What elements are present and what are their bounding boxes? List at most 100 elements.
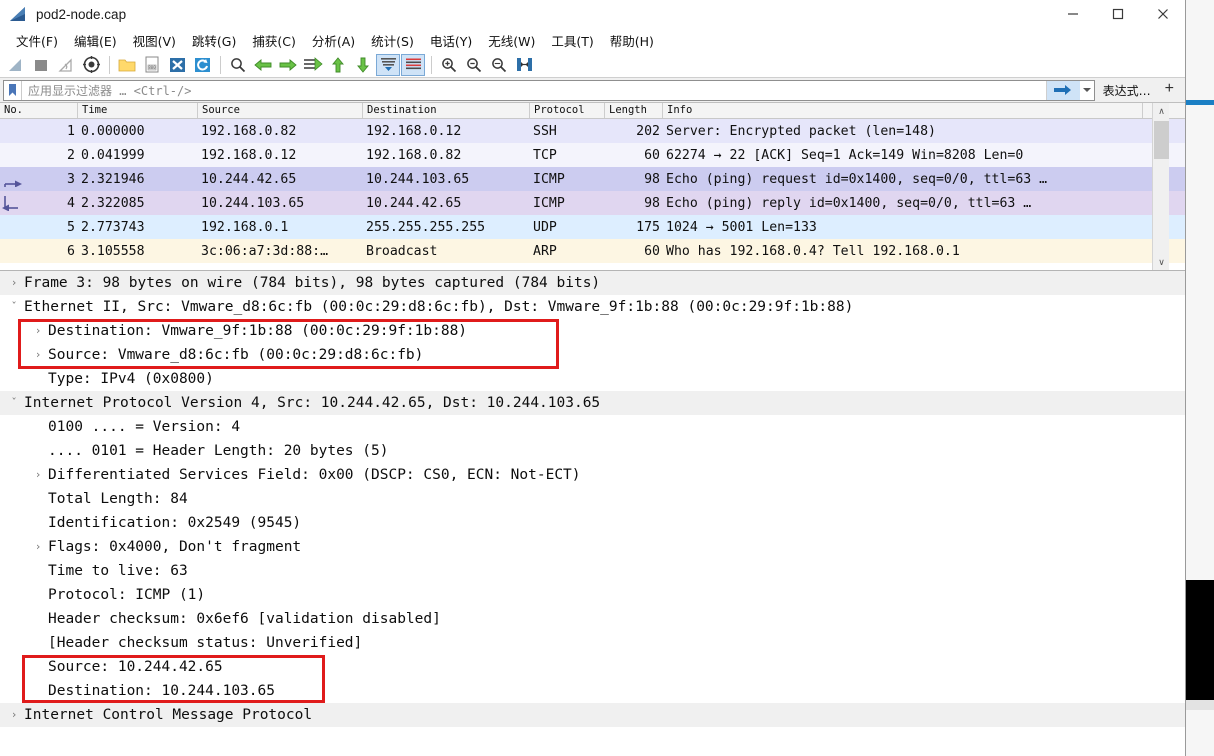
- go-back-icon[interactable]: [251, 54, 275, 76]
- close-button[interactable]: [1140, 0, 1185, 28]
- go-to-last-icon[interactable]: [351, 54, 375, 76]
- detail-tree-item[interactable]: Identification: 0x2549 (9545): [0, 511, 1185, 535]
- go-forward-icon[interactable]: [276, 54, 300, 76]
- cell-time: 0.000000: [81, 123, 145, 139]
- menu-wireless[interactable]: 无线(W): [480, 29, 543, 52]
- detail-tree-item-label: Total Length: 84: [48, 491, 188, 507]
- close-file-icon[interactable]: [165, 54, 189, 76]
- chevron-right-icon[interactable]: ›: [30, 343, 46, 367]
- column-header-source[interactable]: Source: [198, 103, 363, 118]
- detail-tree-item-label: Ethernet II, Src: Vmware_d8:6c:fb (00:0c…: [24, 299, 854, 315]
- detail-tree-item[interactable]: Type: IPv4 (0x0800): [0, 367, 1185, 391]
- table-row[interactable]: 5 2.773743 192.168.0.1 255.255.255.255 UDP 17…: [0, 215, 1185, 239]
- cell-info: 62274 → 22 [ACK] Seq=1 Ack=149 Win=8208 …: [666, 147, 1024, 163]
- menu-capture[interactable]: 捕获(C): [244, 29, 303, 52]
- detail-tree-item[interactable]: Header checksum: 0x6ef6 [validation disa…: [0, 607, 1185, 631]
- chevron-right-icon[interactable]: ›: [6, 703, 22, 727]
- colorize-icon[interactable]: [401, 53, 425, 76]
- filter-expression-button[interactable]: 表达式…: [1097, 82, 1157, 99]
- chevron-down-icon[interactable]: ˇ: [6, 391, 22, 415]
- scroll-down-arrow-icon[interactable]: ∨: [1153, 254, 1170, 270]
- detail-tree-item[interactable]: › Differentiated Services Field: 0x00 (DS…: [0, 463, 1185, 487]
- detail-tree-item[interactable]: › Internet Control Message Protocol: [0, 703, 1185, 727]
- column-header-length[interactable]: Length: [605, 103, 663, 118]
- detail-tree-item[interactable]: [Header checksum status: Unverified]: [0, 631, 1185, 655]
- conversation-request-arrow-icon: [4, 180, 22, 187]
- zoom-out-icon[interactable]: [462, 54, 486, 76]
- find-packet-icon[interactable]: [226, 54, 250, 76]
- auto-scroll-icon[interactable]: [376, 53, 400, 76]
- detail-tree-item[interactable]: 0100 .... = Version: 4: [0, 415, 1185, 439]
- column-header-destination[interactable]: Destination: [363, 103, 530, 118]
- detail-tree-item[interactable]: › Destination: Vmware_9f:1b:88 (00:0c:29:…: [0, 319, 1185, 343]
- detail-tree-item[interactable]: Protocol: ICMP (1): [0, 583, 1185, 607]
- zoom-in-icon[interactable]: [437, 54, 461, 76]
- maximize-button[interactable]: [1095, 0, 1140, 28]
- chevron-right-icon[interactable]: ›: [30, 535, 46, 559]
- detail-tree-item[interactable]: Source: 10.244.42.65: [0, 655, 1185, 679]
- column-header-time[interactable]: Time: [78, 103, 198, 118]
- chevron-right-icon[interactable]: ›: [6, 271, 22, 295]
- detail-tree-item-label: Internet Protocol Version 4, Src: 10.244…: [24, 395, 601, 411]
- detail-tree-item[interactable]: › Source: Vmware_d8:6c:fb (00:0c:29:d8:6c…: [0, 343, 1185, 367]
- table-row[interactable]: 6 3.105558 3c:06:a7:3d:88:… Broadcast ARP 60 W…: [0, 239, 1185, 263]
- filter-history-chevron-down-icon[interactable]: [1080, 81, 1094, 100]
- menu-tools[interactable]: 工具(T): [543, 29, 601, 52]
- display-filter-input-wrap[interactable]: 应用显示过滤器 … <Ctrl-/>: [3, 79, 1095, 101]
- restart-capture-icon[interactable]: [54, 54, 78, 76]
- detail-tree-item[interactable]: › Frame 3: 98 bytes on wire (784 bits), 9…: [0, 271, 1185, 295]
- add-filter-button[interactable]: +: [1157, 81, 1182, 99]
- packet-list-scrollbar[interactable]: ∧ ∨: [1152, 103, 1170, 270]
- menu-file[interactable]: 文件(F): [8, 29, 66, 52]
- table-row[interactable]: 1 0.000000 192.168.0.82 192.168.0.12 SSH 202 S…: [0, 119, 1185, 143]
- go-to-packet-icon[interactable]: [301, 54, 325, 76]
- detail-tree-item[interactable]: ˇ Ethernet II, Src: Vmware_d8:6c:fb (00:0…: [0, 295, 1185, 319]
- start-capture-icon[interactable]: [4, 54, 28, 76]
- bookmark-icon[interactable]: [4, 80, 22, 100]
- menu-help[interactable]: 帮助(H): [602, 29, 662, 52]
- detail-tree-item[interactable]: › Flags: 0x4000, Don't fragment: [0, 535, 1185, 559]
- save-file-icon[interactable]: 800: [140, 54, 164, 76]
- scroll-up-arrow-icon[interactable]: ∧: [1153, 103, 1170, 120]
- detail-tree-item[interactable]: Destination: 10.244.103.65: [0, 679, 1185, 703]
- menu-statistics[interactable]: 统计(S): [363, 29, 422, 52]
- menu-view[interactable]: 视图(V): [125, 29, 184, 52]
- chevron-right-icon[interactable]: ›: [30, 319, 46, 343]
- apply-filter-button[interactable]: [1045, 80, 1080, 100]
- zoom-reset-icon[interactable]: [487, 54, 511, 76]
- reload-file-icon[interactable]: [190, 54, 214, 76]
- open-file-icon[interactable]: [115, 54, 139, 76]
- toolbar-separator: [109, 55, 110, 74]
- menu-telephony[interactable]: 电话(Y): [422, 29, 480, 52]
- conversation-reply-arrow-icon: [2, 195, 18, 211]
- stop-capture-icon[interactable]: [29, 54, 53, 76]
- column-header-no[interactable]: No.: [0, 103, 78, 118]
- resize-columns-icon[interactable]: [512, 54, 536, 76]
- chevron-right-icon[interactable]: ›: [30, 463, 46, 487]
- display-filter-input[interactable]: 应用显示过滤器 … <Ctrl-/>: [22, 82, 1046, 99]
- table-row[interactable]: 2 0.041999 192.168.0.12 192.168.0.82 TCP 60 62…: [0, 143, 1185, 167]
- cell-source: 192.168.0.12: [201, 147, 297, 163]
- go-to-first-icon[interactable]: [326, 54, 350, 76]
- backdrop-blue-accent-line: [1186, 100, 1214, 105]
- detail-tree-item-label: 0100 .... = Version: 4: [48, 419, 241, 435]
- menu-analyze[interactable]: 分析(A): [304, 29, 363, 52]
- minimize-button[interactable]: [1050, 0, 1095, 28]
- scrollbar-thumb[interactable]: [1154, 121, 1169, 159]
- menu-bar: 文件(F) 编辑(E) 视图(V) 跳转(G) 捕获(C) 分析(A) 统计(S…: [0, 28, 1185, 52]
- cell-source: 10.244.103.65: [201, 195, 305, 211]
- menu-edit[interactable]: 编辑(E): [66, 29, 125, 52]
- packet-list-rows: 1 0.000000 192.168.0.82 192.168.0.12 SSH 202 S…: [0, 119, 1185, 263]
- detail-tree-item[interactable]: ˇ Internet Protocol Version 4, Src: 10.24…: [0, 391, 1185, 415]
- chevron-down-icon[interactable]: ˇ: [6, 295, 22, 319]
- menu-go[interactable]: 跳转(G): [184, 29, 244, 52]
- capture-options-icon[interactable]: [79, 54, 103, 76]
- column-header-info[interactable]: Info: [663, 103, 1143, 118]
- table-row[interactable]: 4 2.322085 10.244.103.65 10.244.42.65 ICMP 98…: [0, 191, 1185, 215]
- table-row[interactable]: 3 2.321946 10.244.42.65 10.244.103.65 ICMP 98…: [0, 167, 1185, 191]
- detail-tree-item[interactable]: .... 0101 = Header Length: 20 bytes (5): [0, 439, 1185, 463]
- column-header-protocol[interactable]: Protocol: [530, 103, 605, 118]
- detail-tree-item[interactable]: Time to live: 63: [0, 559, 1185, 583]
- detail-tree-item[interactable]: Total Length: 84: [0, 487, 1185, 511]
- cell-time: 2.321946: [81, 171, 145, 187]
